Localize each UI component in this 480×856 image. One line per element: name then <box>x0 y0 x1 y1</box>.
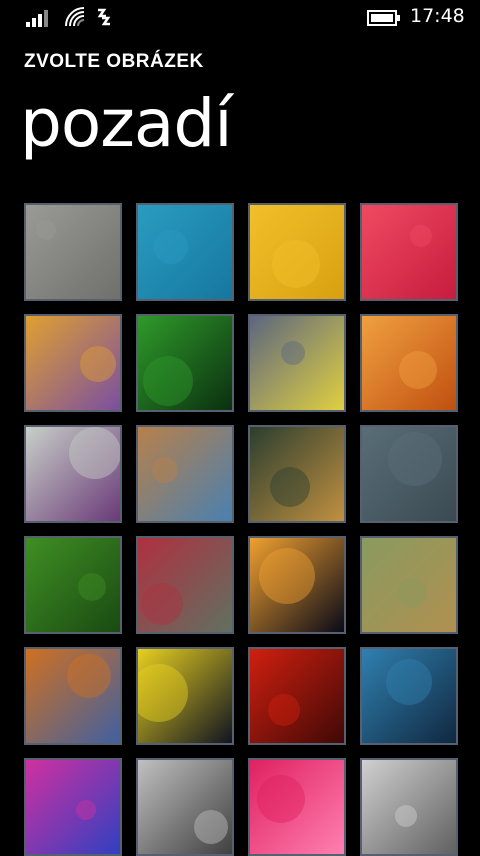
wallpaper-tile-red-bulb[interactable] <box>248 647 346 745</box>
wallpaper-tile-ocean-waves[interactable] <box>360 425 458 523</box>
battery-icon <box>367 10 400 26</box>
wallpaper-thumbnail <box>138 649 232 743</box>
page-heading: pozadí <box>20 85 233 162</box>
wallpaper-thumbnail <box>250 649 344 743</box>
signal-icon <box>26 10 48 27</box>
wallpaper-thumbnail <box>250 316 344 410</box>
wallpaper-thumbnail <box>26 649 120 743</box>
wallpaper-tile-pink-fabric[interactable] <box>360 203 458 301</box>
wallpaper-thumbnail <box>250 427 344 521</box>
wallpaper-tile-red-flowers[interactable] <box>136 536 234 634</box>
wallpaper-tile-glass-marbles[interactable] <box>24 314 122 412</box>
wallpaper-tile-blue-coast[interactable] <box>360 647 458 745</box>
wallpaper-tile-orange-wood[interactable] <box>360 314 458 412</box>
status-bar: 17:48 <box>0 0 480 34</box>
wallpaper-tile-gray-beach[interactable] <box>360 758 458 856</box>
wallpaper-thumbnail <box>26 760 120 854</box>
wallpaper-thumbnail <box>138 538 232 632</box>
wallpaper-thumbnail <box>26 205 120 299</box>
wallpaper-tile-green-straws[interactable] <box>136 314 234 412</box>
wallpaper-thumbnail <box>362 427 456 521</box>
wallpaper-tile-green-leaves[interactable] <box>24 536 122 634</box>
page-title: ZVOLTE OBRÁZEK <box>24 51 204 72</box>
wallpaper-tile-grass-field[interactable] <box>360 536 458 634</box>
wallpaper-tile-blue-texture[interactable] <box>136 203 234 301</box>
wallpaper-thumbnail <box>138 205 232 299</box>
wallpaper-tile-pink-neon[interactable] <box>248 758 346 856</box>
wallpaper-tile-autumn-leaves[interactable] <box>24 647 122 745</box>
wallpaper-thumbnail <box>138 427 232 521</box>
wallpaper-thumbnail <box>250 205 344 299</box>
wallpaper-tile-orange-sphere[interactable] <box>248 536 346 634</box>
wallpaper-thumbnail <box>138 760 232 854</box>
wallpaper-thumbnail <box>250 760 344 854</box>
wallpaper-tile-yellow-texture[interactable] <box>248 203 346 301</box>
wallpaper-thumbnail <box>362 316 456 410</box>
data-sync-icon <box>97 8 111 26</box>
wallpaper-thumbnail <box>250 538 344 632</box>
wallpaper-thumbnail <box>26 316 120 410</box>
wallpaper-thumbnail <box>362 760 456 854</box>
wifi-icon <box>65 7 85 27</box>
wallpaper-tile-yellow-car-mirror[interactable] <box>136 647 234 745</box>
wallpaper-tile-purple-berries[interactable] <box>24 425 122 523</box>
wallpaper-tile-steel-structure[interactable] <box>136 758 234 856</box>
wallpaper-tile-door-knocker[interactable] <box>248 425 346 523</box>
wallpaper-tile-neon-ribbons[interactable] <box>24 758 122 856</box>
wallpaper-thumbnail <box>362 538 456 632</box>
wallpaper-thumbnail <box>26 427 120 521</box>
wallpaper-tile-yellow-leaf[interactable] <box>248 314 346 412</box>
wallpaper-thumbnail <box>26 538 120 632</box>
wallpaper-tile-scooter-mirror[interactable] <box>136 425 234 523</box>
wallpaper-thumbnail <box>138 316 232 410</box>
status-time: 17:48 <box>410 5 465 27</box>
wallpaper-thumbnail <box>362 205 456 299</box>
wallpaper-thumbnail <box>362 649 456 743</box>
wallpaper-tile-concrete[interactable] <box>24 203 122 301</box>
